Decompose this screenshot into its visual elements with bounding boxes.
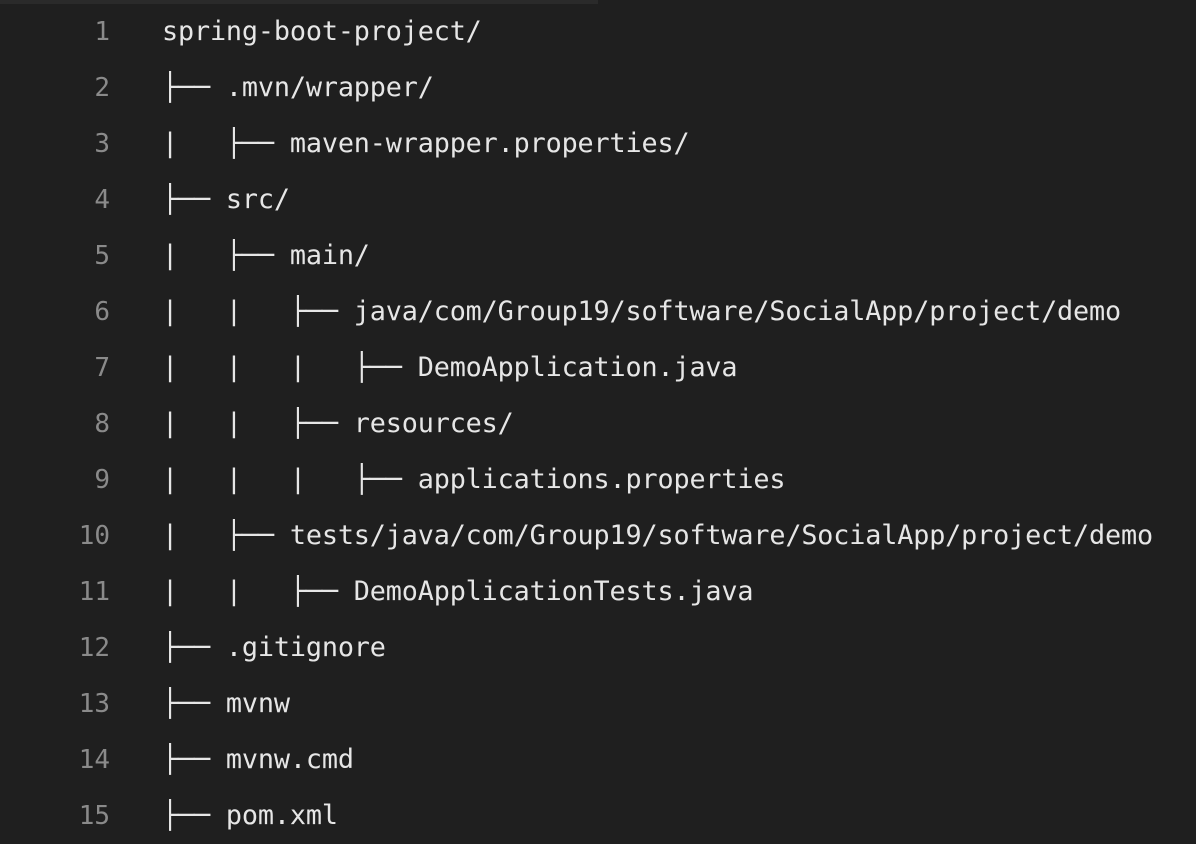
line-number: 9 <box>94 465 110 495</box>
line-number: 8 <box>94 409 110 439</box>
line-number: 6 <box>94 297 110 327</box>
line-number: 7 <box>94 353 110 383</box>
line-text: | ├── tests/java/com/Group19/software/So… <box>162 520 1153 551</box>
line-number: 15 <box>78 801 110 831</box>
line-number: 11 <box>78 577 110 607</box>
code-line: 9 | | | ├── applications.properties <box>0 452 1196 508</box>
code-line: 14 ├── mvnw.cmd <box>0 732 1196 788</box>
line-text: ├── mvnw.cmd <box>162 744 354 775</box>
code-editor[interactable]: 1 spring-boot-project/ 2 ├── .mvn/wrappe… <box>0 4 1196 844</box>
code-line: 2 ├── .mvn/wrapper/ <box>0 60 1196 116</box>
line-number: 3 <box>94 129 110 159</box>
code-line: 7 | | | ├── DemoApplication.java <box>0 340 1196 396</box>
code-line: 1 spring-boot-project/ <box>0 4 1196 60</box>
line-number: 13 <box>78 689 110 719</box>
line-text: spring-boot-project/ <box>162 16 482 47</box>
line-number: 1 <box>94 17 110 47</box>
line-text: ├── mvnw <box>162 688 290 719</box>
line-number: 10 <box>78 521 110 551</box>
line-text: | ├── main/ <box>162 240 370 271</box>
line-number: 2 <box>94 73 110 103</box>
code-line: 15 ├── pom.xml <box>0 788 1196 844</box>
code-line: 8 | | ├── resources/ <box>0 396 1196 452</box>
line-text: | | ├── java/com/Group19/software/Social… <box>162 296 1121 327</box>
code-line: 5 | ├── main/ <box>0 228 1196 284</box>
line-number: 5 <box>94 241 110 271</box>
line-number: 12 <box>78 633 110 663</box>
code-line: 3 | ├── maven-wrapper.properties/ <box>0 116 1196 172</box>
line-text: | ├── maven-wrapper.properties/ <box>162 128 690 159</box>
code-line: 10 | ├── tests/java/com/Group19/software… <box>0 508 1196 564</box>
line-text: | | | ├── DemoApplication.java <box>162 352 738 383</box>
line-text: | | ├── resources/ <box>162 408 514 439</box>
line-text: ├── .gitignore <box>162 632 386 663</box>
line-text: ├── pom.xml <box>162 800 338 831</box>
code-line: 12 ├── .gitignore <box>0 620 1196 676</box>
line-text: ├── src/ <box>162 184 290 215</box>
line-number: 4 <box>94 185 110 215</box>
line-text: | | ├── DemoApplicationTests.java <box>162 576 754 607</box>
code-line: 6 | | ├── java/com/Group19/software/Soci… <box>0 284 1196 340</box>
code-line: 11 | | ├── DemoApplicationTests.java <box>0 564 1196 620</box>
line-number: 14 <box>78 745 110 775</box>
line-text: | | | ├── applications.properties <box>162 464 786 495</box>
line-text: ├── .mvn/wrapper/ <box>162 72 434 103</box>
code-line: 4 ├── src/ <box>0 172 1196 228</box>
code-line: 13 ├── mvnw <box>0 676 1196 732</box>
